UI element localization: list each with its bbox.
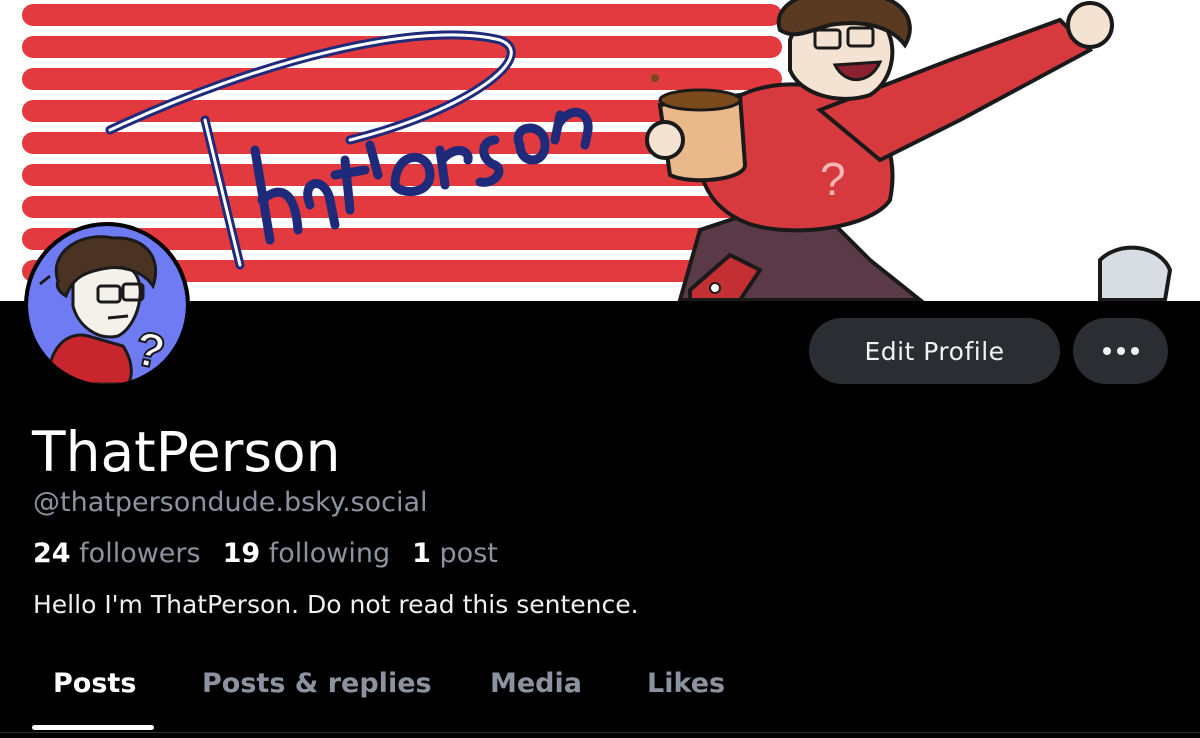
edit-profile-label: Edit Profile bbox=[864, 336, 1005, 366]
profile-stats: 24 followers 19 following 1 post bbox=[33, 538, 498, 569]
posts-stat: 1 post bbox=[412, 538, 498, 569]
display-name: ThatPerson bbox=[32, 420, 341, 484]
tab-posts-and-replies[interactable]: Posts & replies bbox=[202, 668, 432, 699]
profile-banner[interactable]: ? bbox=[0, 0, 1200, 301]
profile-handle: @thatpersondude.bsky.social bbox=[33, 487, 428, 518]
avatar-image: ? bbox=[28, 226, 186, 384]
divider bbox=[0, 732, 1200, 733]
following-label: following bbox=[268, 538, 391, 569]
svg-text:?: ? bbox=[820, 153, 846, 205]
followers-count: 24 bbox=[33, 538, 71, 569]
tab-likes[interactable]: Likes bbox=[647, 668, 725, 699]
more-options-button[interactable] bbox=[1073, 318, 1168, 384]
profile-tabs: Posts Posts & replies Media Likes bbox=[0, 660, 1200, 738]
profile-bio: Hello I'm ThatPerson. Do not read this s… bbox=[33, 590, 639, 619]
tab-posts[interactable]: Posts bbox=[53, 668, 136, 699]
edit-profile-button[interactable]: Edit Profile bbox=[809, 318, 1060, 384]
followers-link[interactable]: 24 followers bbox=[33, 538, 201, 569]
tab-media[interactable]: Media bbox=[490, 668, 582, 699]
posts-count: 1 bbox=[412, 538, 431, 569]
posts-label: post bbox=[439, 538, 498, 569]
active-tab-indicator bbox=[32, 725, 154, 730]
followers-label: followers bbox=[79, 538, 201, 569]
following-count: 19 bbox=[222, 538, 261, 569]
ellipsis-icon bbox=[1102, 347, 1139, 355]
following-link[interactable]: 19 following bbox=[223, 538, 391, 569]
avatar[interactable]: ? bbox=[24, 222, 190, 388]
banner-illustration: ? bbox=[0, 0, 1200, 301]
